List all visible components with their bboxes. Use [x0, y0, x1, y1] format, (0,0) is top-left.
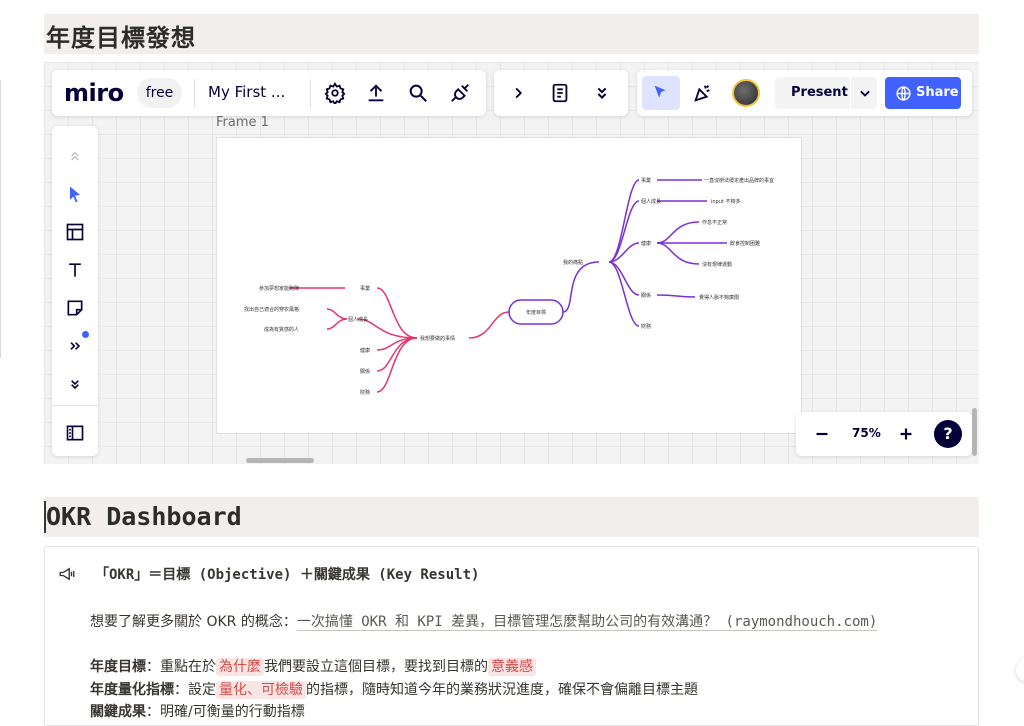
board-panel-icon[interactable]	[61, 419, 89, 447]
left-child: 健康	[360, 347, 370, 354]
chevron-right-icon[interactable]	[504, 79, 532, 107]
celebrate-icon[interactable]	[689, 79, 717, 107]
select-cursor-icon[interactable]	[642, 76, 680, 110]
expand-down-icon[interactable]	[61, 370, 89, 398]
avatar[interactable]	[732, 79, 760, 107]
line1-prefix: 想要了解更多關於 OKR 的概念：	[90, 614, 297, 630]
share-label: Share	[916, 85, 959, 100]
left-branch-label: 我想要做的事情	[420, 335, 455, 342]
left-child: 個人成長	[348, 316, 368, 323]
present-divider	[850, 77, 851, 109]
present-label: Present	[791, 85, 848, 100]
plan-badge[interactable]: free	[137, 78, 182, 108]
right-leaf: 沒有規律運動	[702, 261, 732, 268]
miro-toolbar-left: miro free My First ...	[52, 70, 486, 116]
right-child: 健康	[641, 240, 651, 247]
right-child: 事業	[641, 177, 651, 184]
quant-metric-text: ：設定	[174, 682, 216, 698]
key-result-line: 關鍵成果：明確/可衡量的行動指標	[90, 701, 305, 721]
board-name[interactable]: My First ...	[208, 83, 285, 101]
quant-metric-line: 年度量化指標：設定 量化、可檢驗 的指標，隨時知道今年的業務狀況進度，確保不會偏離目…	[90, 679, 698, 699]
right-leaf: input 不夠多	[711, 198, 740, 205]
right-leaf: 一直沒辦法穩定產出品牌的事宜	[704, 177, 774, 184]
right-child: 個人成長	[641, 198, 661, 205]
key-result-label: 關鍵成果	[90, 704, 146, 720]
annual-goal-text: 我們要設立這個目標，要找到目標的	[264, 659, 488, 675]
sidebar-divider	[52, 405, 98, 406]
heading-okr-dashboard: OKR Dashboard	[44, 497, 979, 537]
text-icon[interactable]	[61, 256, 89, 284]
annual-goal-line: 年度目標：重點在於 為什麼 我們要設立這個目標，要找到目標的 意義感	[90, 656, 536, 676]
minus-icon[interactable]	[808, 420, 836, 448]
left-child: 財務	[360, 389, 370, 396]
globe-icon	[896, 86, 911, 101]
left-leaf: 成為有質感的人	[264, 326, 299, 333]
miro-toolbar-right: Present Share	[637, 70, 972, 116]
frame-label[interactable]: Frame 1	[216, 115, 269, 130]
left-child: 關係	[360, 368, 370, 375]
highlight-meaning: 意義感	[488, 658, 536, 676]
highlight-why: 為什麼	[216, 658, 264, 676]
zoom-controls: 75% ?	[796, 412, 972, 456]
miro-toolbar-middle	[494, 70, 628, 116]
pointer-icon[interactable]	[61, 180, 89, 208]
quant-metric-text: 的指標，隨時知道今年的業務狀況進度，確保不會偏離目標主題	[306, 682, 698, 698]
left-leaf: 找出自己適合的穿衣風格	[244, 306, 299, 313]
page-title: 年度目標發想	[46, 24, 196, 52]
highlight-quantifiable: 量化、可檢驗	[216, 681, 306, 699]
megaphone-icon	[59, 567, 75, 581]
right-child: 財務	[641, 323, 651, 330]
toolbar-divider	[310, 79, 311, 107]
annual-goal-text: ：重點在於	[146, 659, 216, 675]
okr-link-line: 想要了解更多關於 OKR 的概念：一次搞懂 OKR 和 KPI 差異，目標管理怎…	[90, 611, 878, 631]
key-result-text: ：明確/可衡量的行動指標	[146, 704, 305, 720]
sticky-note-icon[interactable]	[61, 294, 89, 322]
horizontal-scrollbar[interactable]	[246, 458, 314, 463]
search-icon[interactable]	[404, 79, 432, 107]
plus-icon[interactable]	[892, 420, 920, 448]
heading-annual-goals: 年度目標發想	[44, 14, 979, 54]
chevron-double-down-icon[interactable]	[588, 79, 616, 107]
floating-help-bubble[interactable]	[1016, 658, 1024, 682]
right-child: 關係	[641, 292, 651, 299]
page-left-border	[0, 80, 1, 358]
miro-tool-sidebar	[52, 126, 98, 456]
toolbar-divider	[194, 79, 195, 107]
right-branch-label: 我的痛點	[563, 259, 583, 266]
miro-board-embed[interactable]: miro free My First ... Present Share Fra…	[44, 62, 979, 464]
present-button[interactable]: Present	[775, 77, 877, 109]
notes-icon[interactable]	[546, 79, 574, 107]
collapse-up-icon[interactable]	[61, 142, 89, 170]
chevron-down-icon[interactable]	[855, 83, 875, 103]
mindmap[interactable]: 年度目標 我想要做的事情 我的痛點 事業 個人成長 健康 關係 財務 參加夢想家…	[217, 138, 803, 435]
okr-article-link[interactable]: 一次搞懂 OKR 和 KPI 差異，目標管理怎麼幫助公司的有效溝通？ (raym…	[296, 614, 878, 631]
right-leaf: 作息不正常	[702, 219, 727, 226]
left-leaf: 參加夢想家能跑陣	[259, 285, 299, 292]
okr-callout: 「OKR」＝目標 (Objective) ＋關鍵成果 (Key Result) …	[44, 546, 979, 726]
template-icon[interactable]	[61, 218, 89, 246]
left-child: 事業	[360, 285, 370, 292]
right-leaf: 覺得人脈不夠廣闊	[699, 294, 739, 301]
miro-logo[interactable]: miro	[64, 79, 124, 107]
annual-goal-label: 年度目標	[90, 659, 146, 675]
root-label: 年度目標	[526, 309, 546, 316]
upload-icon[interactable]	[362, 79, 390, 107]
plug-icon[interactable]	[446, 79, 474, 107]
share-button[interactable]: Share	[885, 77, 961, 109]
right-leaf: 飲食控制困難	[730, 240, 760, 247]
quant-metric-label: 年度量化指標	[90, 682, 174, 698]
callout-title: 「OKR」＝目標 (Objective) ＋關鍵成果 (Key Result)	[95, 567, 480, 583]
help-icon[interactable]: ?	[934, 420, 962, 448]
section-title: OKR Dashboard	[46, 502, 242, 531]
settings-icon[interactable]	[321, 79, 349, 107]
notification-dot	[82, 331, 89, 338]
zoom-level[interactable]: 75%	[852, 426, 881, 440]
mindmap-frame[interactable]: 年度目標 我想要做的事情 我的痛點 事業 個人成長 健康 關係 財務 參加夢想家…	[216, 137, 802, 434]
vertical-scrollbar[interactable]	[972, 408, 977, 456]
